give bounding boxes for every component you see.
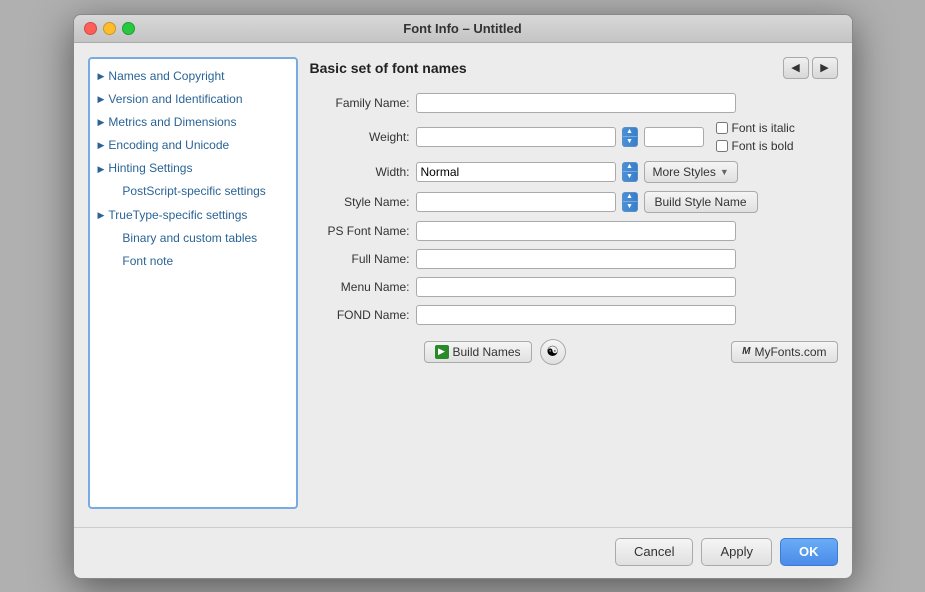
sidebar-item-font-note[interactable]: ▶ Font note xyxy=(90,250,296,273)
font-bold-label: Font is bold xyxy=(732,139,794,153)
stepper-up-icon[interactable]: ▲ xyxy=(623,193,637,203)
font-bold-checkbox[interactable] xyxy=(716,140,728,152)
minimize-button[interactable] xyxy=(103,22,116,35)
stepper-up-icon[interactable]: ▲ xyxy=(623,128,637,138)
sidebar-item-label: PostScript-specific settings xyxy=(122,182,265,201)
weight-stepper[interactable]: ▲ ▼ xyxy=(622,127,638,147)
stepper-down-icon[interactable]: ▼ xyxy=(623,137,637,146)
fond-name-row: FOND Name: xyxy=(310,305,838,325)
sidebar-item-encoding-unicode[interactable]: ▶ Encoding and Unicode xyxy=(90,134,296,157)
sidebar-item-label: Binary and custom tables xyxy=(122,229,257,248)
font-bold-checkbox-label[interactable]: Font is bold xyxy=(716,139,795,153)
nav-buttons: ◀ ▶ xyxy=(783,57,838,79)
weight-row: Weight: ▲ ▼ Font is italic xyxy=(310,121,838,153)
font-style-checkboxes: Font is italic Font is bold xyxy=(716,121,795,153)
family-name-row: Family Name: xyxy=(310,93,838,113)
font-italic-checkbox[interactable] xyxy=(716,122,728,134)
sidebar-item-label: Version and Identification xyxy=(108,90,242,109)
window-controls xyxy=(84,22,135,35)
weight-label: Weight: xyxy=(310,130,410,144)
form-fields: Family Name: Weight: ▲ ▼ Font xyxy=(310,93,838,509)
menu-name-input[interactable] xyxy=(416,277,736,297)
ps-font-name-label: PS Font Name: xyxy=(310,224,410,238)
ps-font-name-row: PS Font Name: xyxy=(310,221,838,241)
width-label: Width: xyxy=(310,165,410,179)
sidebar-item-label: Names and Copyright xyxy=(108,67,224,86)
main-header: Basic set of font names ◀ ▶ xyxy=(310,57,838,79)
main-window: Font Info – Untitled ▶ Names and Copyrig… xyxy=(73,14,853,579)
myfonts-icon: M xyxy=(742,346,750,357)
font-italic-checkbox-label[interactable]: Font is italic xyxy=(716,121,795,135)
weight-input[interactable] xyxy=(416,127,616,147)
dropdown-arrow-icon: ▼ xyxy=(720,167,729,177)
content-area: ▶ Names and Copyright ▶ Version and Iden… xyxy=(74,43,852,523)
footer: Cancel Apply OK xyxy=(74,527,852,578)
style-stepper[interactable]: ▲ ▼ xyxy=(622,192,638,212)
arrow-icon: ▶ xyxy=(98,208,105,222)
sidebar-item-label: TrueType-specific settings xyxy=(108,206,247,225)
full-name-label: Full Name: xyxy=(310,252,410,266)
main-panel: Basic set of font names ◀ ▶ Family Name:… xyxy=(310,57,838,509)
full-name-input[interactable] xyxy=(416,249,736,269)
window-title: Font Info – Untitled xyxy=(403,21,521,36)
fond-name-label: FOND Name: xyxy=(310,308,410,322)
build-style-name-button[interactable]: Build Style Name xyxy=(644,191,758,213)
stepper-down-icon[interactable]: ▼ xyxy=(623,172,637,181)
family-name-input[interactable] xyxy=(416,93,736,113)
style-name-label: Style Name: xyxy=(310,195,410,209)
titlebar: Font Info – Untitled xyxy=(74,15,852,43)
full-name-row: Full Name: xyxy=(310,249,838,269)
arrow-icon: ▶ xyxy=(98,162,105,176)
sidebar-item-label: Metrics and Dimensions xyxy=(108,113,236,132)
nav-forward-button[interactable]: ▶ xyxy=(812,57,838,79)
panel-title: Basic set of font names xyxy=(310,60,467,76)
more-styles-label: More Styles xyxy=(653,165,716,179)
stepper-up-icon[interactable]: ▲ xyxy=(623,163,637,173)
style-name-row: Style Name: ▲ ▼ Build Style Name xyxy=(310,191,838,213)
arrow-icon: ▶ xyxy=(98,138,105,152)
sidebar-item-label: Font note xyxy=(122,252,173,271)
arrow-icon: ▶ xyxy=(98,115,105,129)
arrow-icon: ▶ xyxy=(98,69,105,83)
menu-name-row: Menu Name: xyxy=(310,277,838,297)
family-name-label: Family Name: xyxy=(310,96,410,110)
close-button[interactable] xyxy=(84,22,97,35)
width-row: Width: ▲ ▼ More Styles ▼ xyxy=(310,161,838,183)
sidebar-item-metrics-dimensions[interactable]: ▶ Metrics and Dimensions xyxy=(90,111,296,134)
more-styles-button[interactable]: More Styles ▼ xyxy=(644,161,738,183)
sidebar-item-binary-tables[interactable]: ▶ Binary and custom tables xyxy=(90,227,296,250)
menu-name-label: Menu Name: xyxy=(310,280,410,294)
action-row: ▶ Build Names ☯ M MyFonts.com xyxy=(310,339,838,365)
ok-button[interactable]: OK xyxy=(780,538,838,566)
sidebar-item-label: Hinting Settings xyxy=(108,159,192,178)
sidebar-item-label: Encoding and Unicode xyxy=(108,136,229,155)
ps-font-name-input[interactable] xyxy=(416,221,736,241)
sidebar-item-names-copyright[interactable]: ▶ Names and Copyright xyxy=(90,65,296,88)
sidebar-item-postscript-settings[interactable]: ▶ PostScript-specific settings xyxy=(90,180,296,203)
width-input[interactable] xyxy=(416,162,616,182)
myfonts-label: MyFonts.com xyxy=(754,345,826,359)
build-names-button[interactable]: ▶ Build Names xyxy=(424,341,532,363)
sidebar-item-hinting-settings[interactable]: ▶ Hinting Settings xyxy=(90,157,296,180)
myfonts-button[interactable]: M MyFonts.com xyxy=(731,341,837,363)
style-name-input[interactable] xyxy=(416,192,616,212)
maximize-button[interactable] xyxy=(122,22,135,35)
width-stepper[interactable]: ▲ ▼ xyxy=(622,162,638,182)
yin-yang-button[interactable]: ☯ xyxy=(540,339,566,365)
apply-button[interactable]: Apply xyxy=(701,538,772,566)
stepper-down-icon[interactable]: ▼ xyxy=(623,202,637,211)
nav-back-button[interactable]: ◀ xyxy=(783,57,809,79)
build-names-icon: ▶ xyxy=(435,345,449,359)
sidebar-item-truetype-settings[interactable]: ▶ TrueType-specific settings xyxy=(90,204,296,227)
build-names-label: Build Names xyxy=(453,345,521,359)
weight-small-input[interactable] xyxy=(644,127,704,147)
sidebar: ▶ Names and Copyright ▶ Version and Iden… xyxy=(88,57,298,509)
font-italic-label: Font is italic xyxy=(732,121,795,135)
sidebar-item-version-identification[interactable]: ▶ Version and Identification xyxy=(90,88,296,111)
arrow-icon: ▶ xyxy=(98,92,105,106)
fond-name-input[interactable] xyxy=(416,305,736,325)
cancel-button[interactable]: Cancel xyxy=(615,538,693,566)
